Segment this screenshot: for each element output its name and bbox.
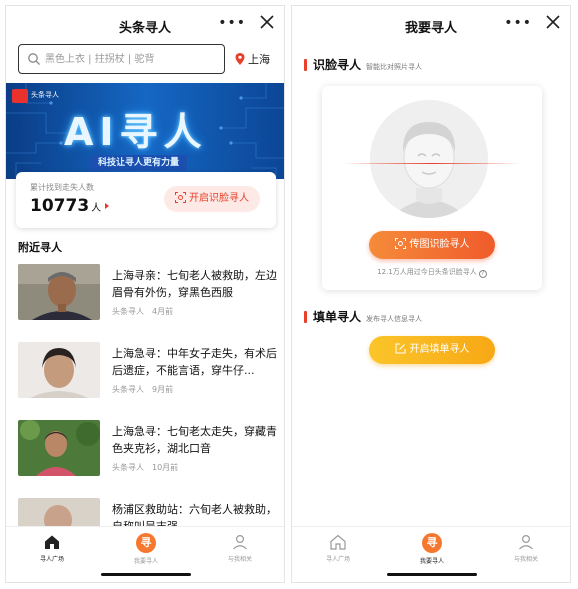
found-count-label: 累计找到走失人数 [30, 183, 94, 192]
tab-square[interactable]: 寻人广场 [12, 533, 92, 563]
face-search-card: 传图识脸寻人 12.1万人用过今日头条识脸寻人? [322, 86, 542, 290]
person-photo [18, 420, 100, 476]
close-icon[interactable] [260, 15, 274, 29]
phone-square-screen: 头条寻人 ••• 上海 头条寻人 AI寻人 科技让寻人更有力量 累计找到走失人数… [5, 5, 285, 583]
location-pin-icon [235, 53, 245, 65]
user-icon [233, 534, 247, 550]
more-dots-icon[interactable]: ••• [218, 15, 246, 31]
nearby-title: 附近寻人 [18, 241, 62, 254]
ai-banner[interactable]: 头条寻人 AI寻人 科技让寻人更有力量 [6, 83, 284, 179]
person-photo [18, 342, 100, 398]
list-item[interactable]: 杨浦区救助站：六旬老人被救助，自称叫吴志强 [18, 498, 278, 526]
close-icon[interactable] [546, 15, 560, 29]
user-icon [519, 534, 533, 550]
face-scan-icon [394, 238, 406, 249]
item-source: 头条寻人 [112, 463, 144, 472]
search-person-icon: 寻 [136, 533, 156, 553]
item-meta: 头条寻人 10月前 [112, 462, 178, 473]
home-icon [45, 535, 59, 549]
search-person-icon: 寻 [422, 533, 442, 553]
item-source: 头条寻人 [112, 385, 144, 394]
tab-find-person[interactable]: 寻 我要寻人 [106, 533, 186, 565]
open-form-search-button[interactable]: 开启填单寻人 [369, 336, 495, 364]
scan-line [342, 163, 522, 164]
found-count-number: 10773 [30, 196, 90, 216]
usage-text: 12.1万人用过今日头条识脸寻人 [377, 268, 477, 276]
face-placeholder-avatar [370, 100, 488, 218]
item-time: 9月前 [152, 385, 174, 394]
top-bar: 我要寻人 ••• [292, 6, 570, 46]
section-marker [304, 311, 307, 323]
brand-logo [12, 89, 28, 103]
tab-label: 我要寻人 [133, 558, 158, 565]
home-indicator [101, 573, 191, 576]
form-section-heading: 填单寻人 发布寻人信息寻人 [304, 308, 422, 325]
search-icon [28, 53, 40, 65]
arrow-right-icon [105, 203, 110, 209]
tab-find-person[interactable]: 寻 我要寻人 [392, 533, 472, 565]
found-count[interactable]: 10773 人 [30, 196, 110, 216]
item-meta: 头条寻人 4月前 [112, 306, 173, 317]
face-scan-icon [175, 192, 186, 203]
item-time: 10月前 [152, 463, 179, 472]
tab-label: 与我相关 [513, 556, 538, 563]
edit-icon [395, 343, 405, 354]
found-count-unit: 人 [91, 203, 102, 214]
tab-related[interactable]: 与我相关 [200, 533, 280, 563]
banner-headline: AI寻人 [64, 110, 208, 154]
item-title: 杨浦区救助站：六旬老人被救助，自称叫吴志强 [112, 503, 277, 526]
tab-square[interactable]: 寻人广场 [298, 533, 378, 563]
face-heading: 识脸寻人 [313, 58, 362, 72]
open-face-search-label: 开启识脸寻人 [189, 193, 249, 204]
person-photo [18, 498, 100, 526]
face-section-heading: 识脸寻人 智能比对照片寻人 [304, 56, 422, 73]
face-subheading: 智能比对照片寻人 [366, 63, 423, 71]
nearby-list: 上海寻亲：七旬老人被救助，左边眉骨有外伤，穿黑色西服 头条寻人 4月前 上海急寻：… [6, 258, 284, 526]
form-subheading: 发布寻人信息寻人 [366, 315, 423, 323]
tab-related[interactable]: 与我相关 [486, 533, 566, 563]
stat-card: 累计找到走失人数 10773 人 开启识脸寻人 [16, 172, 276, 228]
open-form-search-label: 开启填单寻人 [409, 344, 470, 355]
form-heading: 填单寻人 [313, 310, 362, 324]
tab-label: 我要寻人 [419, 558, 444, 565]
tab-bar: 寻人广场 寻 我要寻人 与我相关 [6, 526, 284, 582]
item-title: 上海寻亲：七旬老人被救助，左边眉骨有外伤，穿黑色西服 [112, 269, 277, 299]
more-dots-icon[interactable]: ••• [504, 15, 532, 31]
person-photo [18, 264, 100, 320]
help-icon[interactable]: ? [478, 270, 487, 278]
tab-label: 寻人广场 [325, 556, 350, 563]
item-title: 上海急寻：七旬老太走失，穿藏青色夹克衫，湖北口音 [112, 425, 277, 455]
tab-label: 寻人广场 [39, 556, 64, 563]
upload-face-search-button[interactable]: 传图识脸寻人 [369, 231, 495, 259]
city-selector[interactable]: 上海 [235, 51, 270, 67]
top-bar: 头条寻人 ••• [6, 6, 284, 46]
upload-face-search-label: 传图识脸寻人 [409, 239, 470, 250]
list-item[interactable]: 上海急寻：七旬老太走失，穿藏青色夹克衫，湖北口音 头条寻人 10月前 [18, 420, 278, 490]
item-title: 上海急寻：中年女子走失，有术后后遗症，不能言语，穿牛仔... [112, 347, 277, 377]
banner-brand: 头条寻人 [31, 91, 59, 99]
list-item[interactable]: 上海急寻：中年女子走失，有术后后遗症，不能言语，穿牛仔... 头条寻人 9月前 [18, 342, 278, 412]
usage-count: 12.1万人用过今日头条识脸寻人? [322, 267, 542, 278]
section-marker [304, 59, 307, 71]
tab-label: 与我相关 [227, 556, 252, 563]
search-input[interactable] [45, 50, 220, 68]
phone-find-screen: 我要寻人 ••• 识脸寻人 智能比对照片寻人 传图识脸寻人 12.1万人用过今日头… [291, 5, 571, 583]
item-time: 4月前 [152, 307, 174, 316]
city-label: 上海 [248, 53, 270, 66]
list-item[interactable]: 上海寻亲：七旬老人被救助，左边眉骨有外伤，穿黑色西服 头条寻人 4月前 [18, 264, 278, 334]
tab-bar: 寻人广场 寻 我要寻人 与我相关 [292, 526, 570, 582]
home-indicator [387, 573, 477, 576]
home-icon [330, 534, 346, 550]
banner-slogan: 科技让寻人更有力量 [90, 155, 188, 171]
item-meta: 头条寻人 9月前 [112, 384, 173, 395]
search-box[interactable] [18, 44, 225, 74]
item-source: 头条寻人 [112, 307, 144, 316]
open-face-search-button[interactable]: 开启识脸寻人 [164, 186, 260, 212]
